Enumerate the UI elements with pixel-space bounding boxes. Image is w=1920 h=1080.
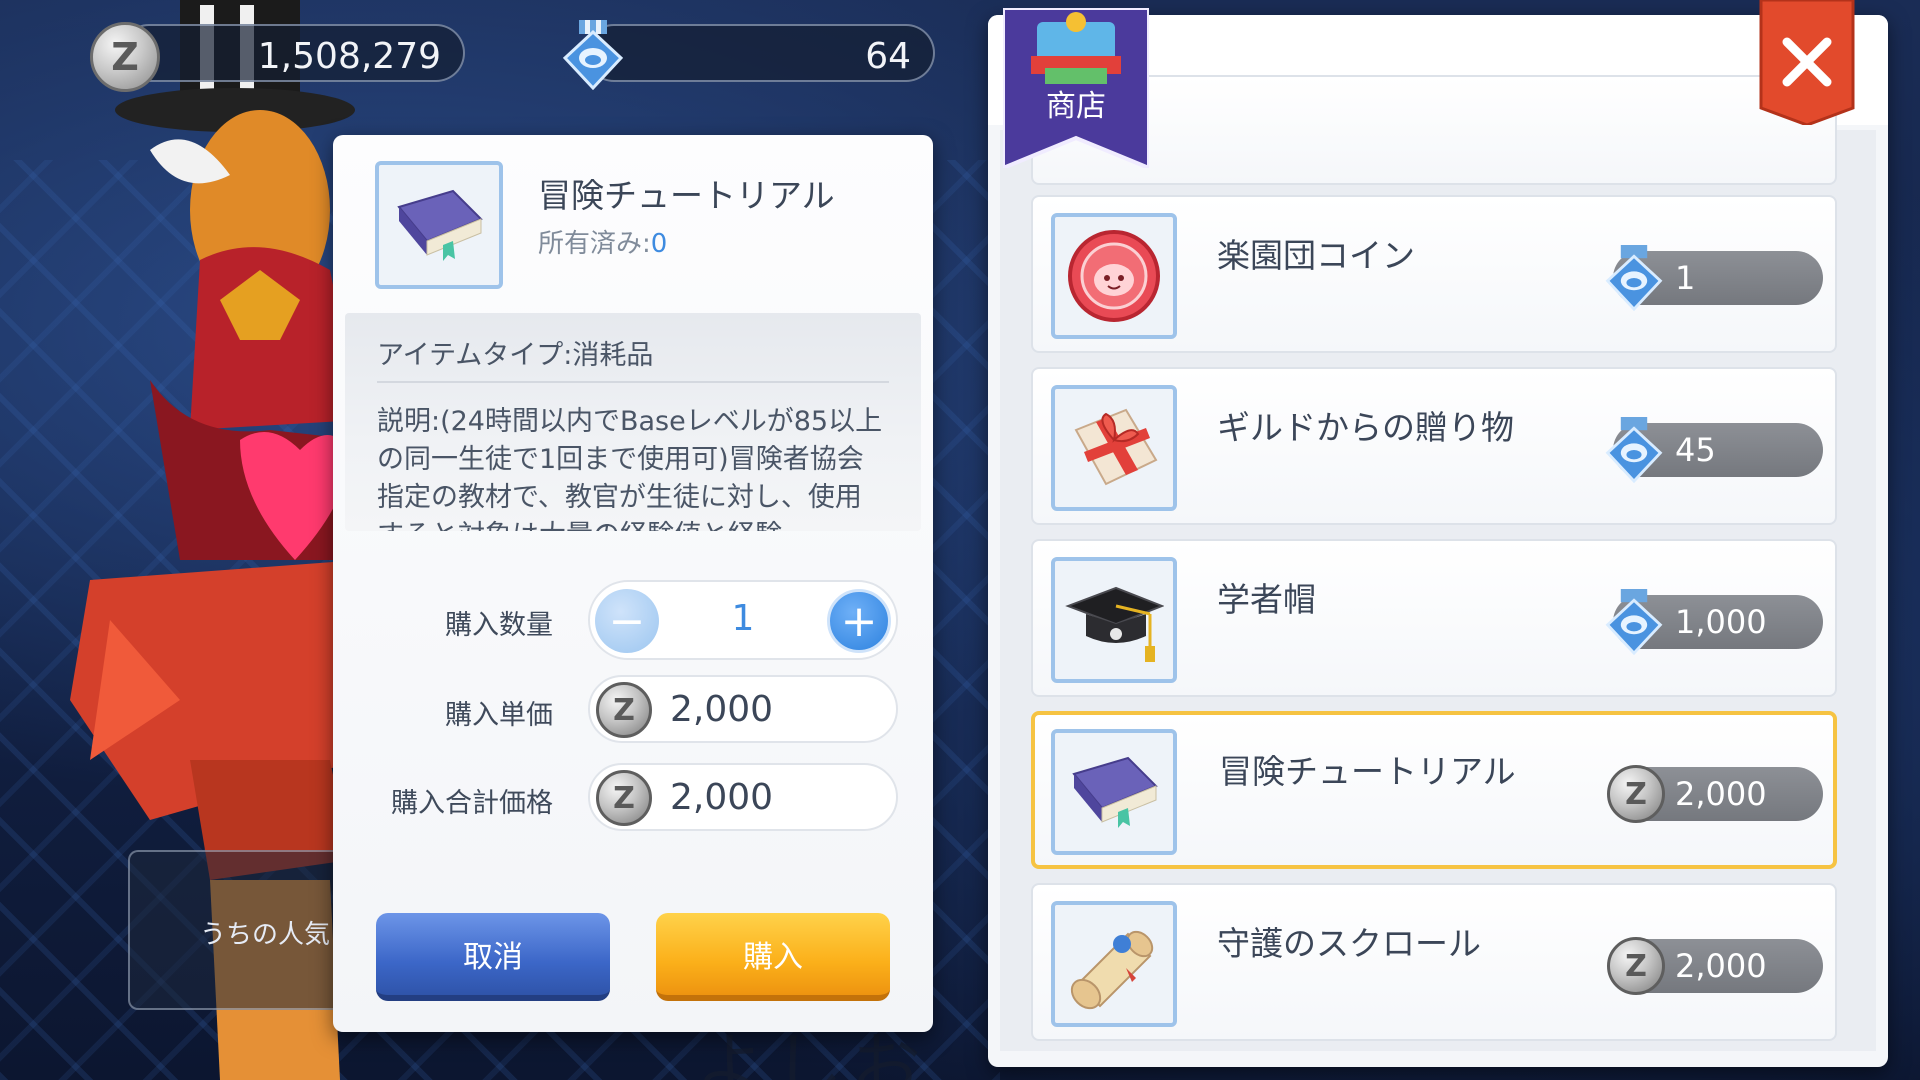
shop-item-price-value: 45 [1675,431,1716,469]
shop-item-price-value: 1 [1675,259,1696,297]
owned-label: 所有済み: [538,229,651,259]
item-name: 冒険チュートリアル [538,176,835,215]
item-description: 説明:(24時間以内でBaseレベルが85以上の同一生徒で1回まで使用可)冒険者… [377,406,883,531]
shop-item-name: 楽園団コイン [1217,236,1415,275]
book-icon [397,189,483,261]
zeny-coin-icon: Z [90,22,160,92]
purchase-dialog: 冒険チュートリアル 所有済み:0 アイテムタイプ:消耗品 説明:(24時間以内で… [333,135,933,1032]
item-thumbnail [1051,385,1177,511]
scroll-icon [1070,930,1154,1010]
shop-item-card[interactable]: 楽園団コイン 1 [1031,195,1837,353]
shop-item-card[interactable]: 守護のスクロール Z 2,000 [1031,883,1837,1041]
shop-item-price: 1,000 [1605,589,1823,655]
item-thumbnail [1051,901,1177,1027]
shop-item-name: 冒険チュートリアル [1219,752,1516,791]
item-thumbnail [1051,557,1177,683]
quantity-label: 購入数量 [445,610,553,641]
increase-quantity-button[interactable]: + [827,589,891,653]
item-thumbnail [1051,729,1177,855]
zeny-coin-icon: Z [1607,765,1665,823]
zeny-counter: 1,508,279 [120,24,465,82]
item-thumbnail [1051,213,1177,339]
zeny-coin-icon: Z [596,770,652,826]
total-price-value: 2,000 [670,777,774,818]
shop-item-card[interactable]: 学者帽 1,000 [1031,539,1837,697]
item-icon-frame [375,161,503,289]
zeny-coin-icon: Z [596,682,652,738]
shop-title: 商店 [1046,89,1106,124]
book-icon [1072,756,1158,828]
gem-amount: 64 [865,36,911,77]
unit-price-label: 購入単価 [445,700,553,731]
shop-item-price: Z 2,000 [1607,765,1823,823]
total-price-field: Z 2,000 [588,763,898,831]
shop-item-price: 45 [1605,417,1823,483]
description-divider [377,381,889,383]
owned-count: 所有済み:0 [538,223,667,260]
buy-button[interactable]: 購入 [656,913,890,1001]
speech-text: うちの人気 [200,920,331,950]
shop-panel: 楽園団コイン 1 ギルドからの贈り物 45 学者帽 1,000 冒険チュートリア… [988,15,1888,1067]
shop-item-price: 1 [1605,245,1823,311]
shop-item-name: 学者帽 [1217,580,1316,619]
shop-item-price-value: 2,000 [1675,947,1767,985]
unit-price-field: Z 2,000 [588,675,898,743]
owned-value: 0 [650,229,668,259]
shop-title-banner: 商店 [1003,8,1149,168]
gem-counter: 64 [585,24,935,82]
item-description-box[interactable]: アイテムタイプ:消耗品 説明:(24時間以内でBaseレベルが85以上の同一生徒… [345,313,921,531]
paradise-coin-icon [1068,230,1160,322]
shop-item-name: 守護のスクロール [1217,924,1481,963]
shop-item-card[interactable]: ギルドからの贈り物 45 [1031,367,1837,525]
close-button[interactable] [1757,0,1857,125]
shop-item-card-selected[interactable]: 冒険チュートリアル Z 2,000 [1031,711,1837,869]
shop-item-price: Z 2,000 [1607,937,1823,995]
gift-box-icon [1074,408,1158,486]
item-type: アイテムタイプ:消耗品 [377,340,654,371]
zeny-amount: 1,508,279 [257,36,441,77]
total-price-label: 購入合計価格 [391,788,553,819]
blue-gem-badge-icon [1605,417,1663,483]
cancel-button[interactable]: 取消 [376,913,610,1001]
blue-gem-badge-icon [1605,589,1663,655]
blue-gem-badge-icon [1605,245,1663,311]
shop-item-price-value: 1,000 [1675,603,1767,641]
shop-item-name: ギルドからの贈り物 [1217,408,1514,447]
shop-item-card-partial[interactable] [1031,75,1837,185]
quantity-stepper: − 1 + [588,580,898,660]
shop-item-price-value: 2,000 [1675,775,1767,813]
zeny-coin-icon: Z [1607,937,1665,995]
graduation-cap-icon [1065,586,1164,662]
unit-price-value: 2,000 [670,689,774,730]
blue-gem-badge-icon [563,20,623,90]
